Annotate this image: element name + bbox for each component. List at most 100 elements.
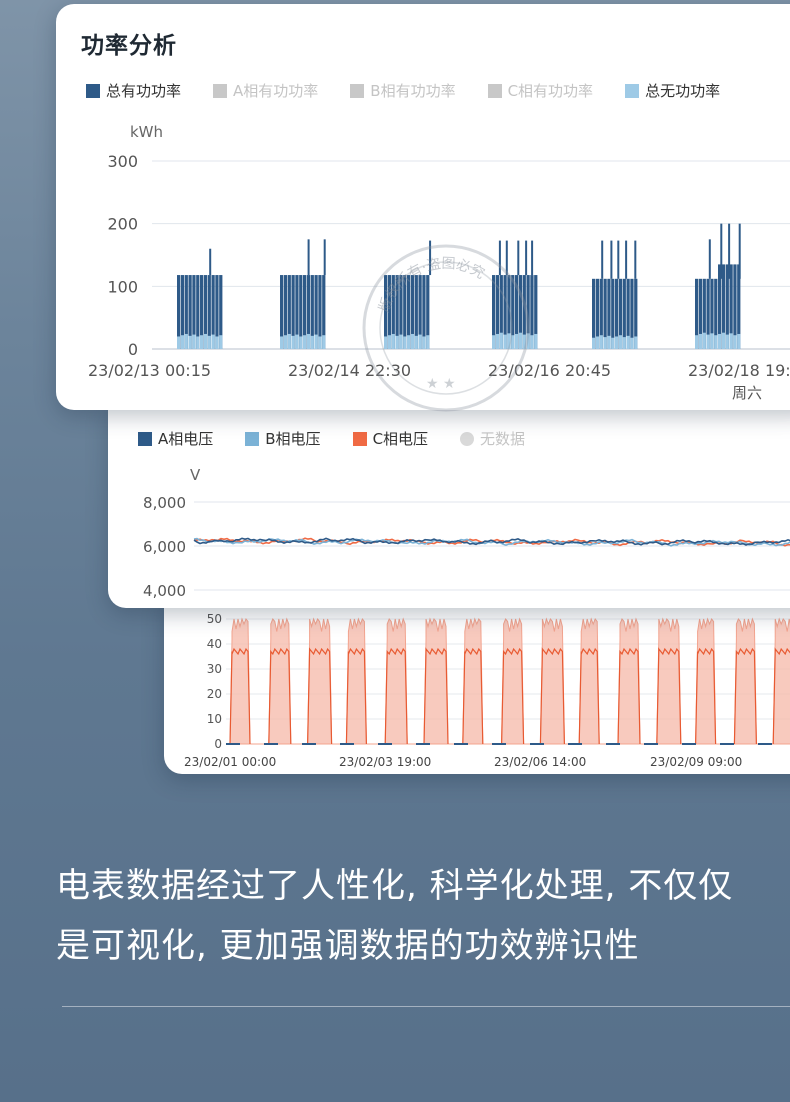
reactive-power-bar [215, 336, 219, 349]
reactive-power-bar [418, 334, 422, 349]
reactive-power-bar [196, 336, 200, 349]
reactive-power-bar [534, 333, 538, 349]
reactive-power-bar [511, 335, 515, 349]
reactive-power-bar [200, 335, 204, 349]
power-analysis-card: 功率分析 总有功功率 A相有功功率 B相有功功率 C相有功功率 总无功功率 kWh 0 10… [56, 4, 790, 410]
reactive-power-bar [507, 333, 511, 349]
reactive-power-bar [314, 334, 318, 349]
active-power-spike [498, 240, 501, 276]
reactive-power-bar [391, 333, 395, 349]
reactive-power-bar [395, 335, 399, 349]
reactive-power-bar [611, 337, 615, 349]
reactive-power-bar [737, 333, 741, 349]
reactive-power-bar [622, 337, 626, 349]
reactive-power-bar [599, 335, 603, 349]
y-axis-unit: V [190, 466, 201, 484]
active-power-spike [728, 223, 731, 279]
active-power-spike [625, 240, 628, 279]
x-tick-sublabel: 周六 [732, 384, 762, 402]
reactive-power-bar [721, 332, 726, 349]
reactive-power-bar [188, 335, 192, 349]
reactive-power-bar [295, 334, 299, 349]
active-power-spike [525, 240, 528, 276]
active-power-spike [720, 223, 723, 279]
reactive-power-bar [180, 335, 185, 349]
reactive-power-bar [618, 335, 623, 349]
reactive-power-bar [203, 333, 208, 349]
reactive-power-bar [630, 337, 634, 349]
y-tick-label: 30 [207, 662, 222, 676]
reactive-power-bar [592, 337, 596, 349]
reactive-power-bar [384, 336, 388, 349]
reactive-power-bar [515, 333, 519, 349]
x-tick-label: 23/02/16 20:45 [488, 361, 611, 380]
active-power-spike [531, 240, 534, 276]
reactive-power-bar [733, 335, 737, 349]
x-tick-label: 23/02/06 14:00 [494, 755, 586, 769]
reactive-power-bar [526, 333, 530, 349]
reactive-power-bar [725, 334, 729, 349]
reactive-power-bar [626, 335, 630, 349]
x-tick-label: 23/02/18 19: [688, 361, 790, 380]
reactive-power-bar [177, 336, 181, 349]
y-tick-label: 0 [214, 737, 222, 751]
reactive-power-bar [714, 335, 718, 349]
reactive-power-bar [702, 332, 706, 349]
y-tick-label: 0 [128, 340, 138, 359]
reactive-power-bar [634, 336, 638, 349]
y-axis-unit: kWh [130, 123, 163, 141]
reactive-power-bar [414, 335, 418, 349]
reactive-power-bar [718, 333, 722, 349]
reactive-power-bar [207, 335, 211, 349]
reactive-power-bar [499, 332, 503, 349]
active-power-spike [708, 239, 711, 279]
reactive-power-bar [530, 335, 534, 349]
reactive-power-bar [603, 337, 607, 349]
x-tick-label: 23/02/13 00:15 [88, 361, 211, 380]
y-tick-label: 10 [207, 712, 222, 726]
reactive-power-bar [299, 336, 303, 349]
y-tick-label: 4,000 [143, 582, 186, 600]
reactive-power-bar [291, 335, 295, 349]
active-power-spike [617, 240, 620, 279]
reactive-power-bar [698, 333, 703, 349]
reactive-power-bar [184, 333, 188, 349]
x-tick-label: 23/02/14 22:30 [288, 361, 411, 380]
active-power-spike [601, 240, 604, 279]
active-power-spike [634, 240, 637, 279]
reactive-power-bar [303, 335, 307, 349]
reactive-power-bar [306, 333, 311, 349]
reactive-power-bar [615, 336, 619, 349]
reactive-power-bar [607, 335, 611, 349]
reactive-power-bar [422, 336, 426, 349]
reactive-power-bar [407, 335, 411, 349]
y-tick-label: 6,000 [143, 538, 186, 556]
reactive-power-bar [399, 334, 403, 349]
voltage-chart-card: A相电压 B相电压 C相电压 无数据 V 4,000 6,000 8,000 [108, 404, 790, 608]
active-power-spike [738, 223, 741, 279]
current-area [226, 617, 790, 745]
y-tick-label: 50 [207, 612, 222, 626]
voltage-chart: V 4,000 6,000 8,000 [143, 466, 790, 600]
x-tick-label: 23/02/09 09:00 [650, 755, 742, 769]
reactive-power-bar [219, 335, 223, 349]
reactive-power-bar [495, 333, 500, 349]
y-tick-label: 200 [107, 215, 138, 234]
y-tick-label: 300 [107, 152, 138, 171]
divider [62, 1006, 790, 1007]
reactive-power-bar [695, 335, 699, 349]
reactive-power-bar [522, 334, 526, 349]
active-power-spike [505, 240, 508, 276]
reactive-power-bar [192, 334, 196, 349]
x-tick-label: 23/02/01 00:00 [184, 755, 276, 769]
active-power-spike [323, 239, 326, 276]
active-power-spike [517, 240, 520, 276]
y-tick-label: 8,000 [143, 494, 186, 512]
reactive-power-bar [518, 332, 523, 349]
power-chart: kWh 0 100 200 300 23/02/13 00:15 23/02/14 22:3… [88, 123, 790, 402]
y-tick-label: 20 [207, 687, 222, 701]
reactive-power-bar [426, 335, 430, 349]
reactive-power-bar [503, 334, 507, 349]
reactive-power-bar [310, 335, 314, 349]
reactive-power-bar [387, 335, 392, 349]
